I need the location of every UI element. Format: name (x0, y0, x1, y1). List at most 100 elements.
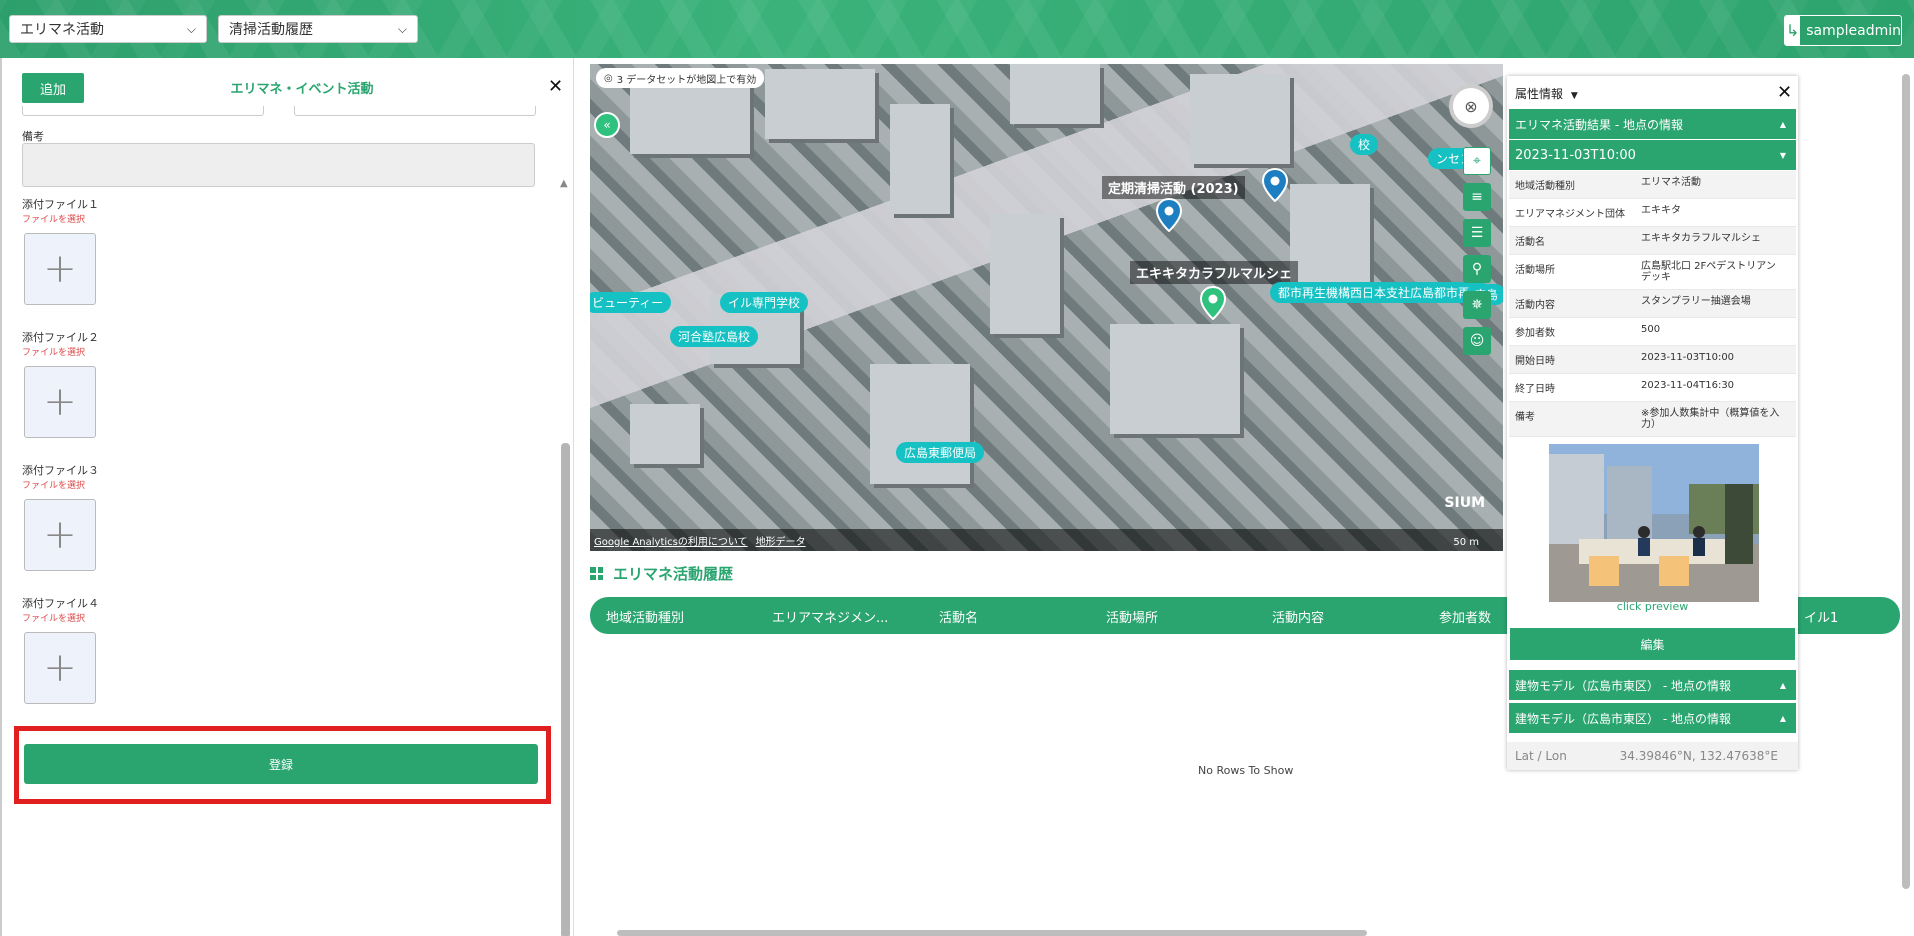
building (890, 104, 950, 214)
attachment-1-upload-button[interactable]: + (24, 233, 96, 305)
attr-key: エリアマネジメント団体 (1515, 209, 1625, 220)
attachment-2-label: 添付ファイル２ (22, 331, 99, 344)
submit-button[interactable]: 登録 (24, 744, 538, 784)
attr-value: 2023-11-03T10:00 (1641, 352, 1735, 363)
map-label-top-school[interactable]: 校 (1350, 134, 1379, 155)
building (1010, 64, 1100, 124)
logout-icon: ↳ (1785, 16, 1801, 45)
left-scrollbar[interactable]: ▲ (560, 118, 570, 936)
caret-up-icon: ▲ (1779, 119, 1786, 129)
attribute-panel-title[interactable]: 属性情報 ▼ (1515, 85, 1578, 102)
column-header[interactable]: 活動場所 (1106, 607, 1158, 626)
locate-icon[interactable]: ⌖ (1463, 147, 1491, 175)
horizontal-scrollbar[interactable] (605, 926, 1895, 936)
map-label-beauty[interactable]: ビューティー (590, 292, 672, 313)
attachment-3-upload-button[interactable]: + (24, 499, 96, 571)
attr-value: 2023-11-04T16:30 (1641, 380, 1735, 391)
attr-key: 地域活動種別 (1515, 181, 1575, 192)
map-label-school[interactable]: イル専門学校 (720, 292, 809, 313)
building (1290, 184, 1370, 284)
horizontal-scrollbar-thumb[interactable] (617, 930, 1367, 936)
building (1110, 324, 1240, 434)
attribute-row: 終了日時 2023-11-04T16:30 (1509, 374, 1796, 402)
date-row-text: 2023-11-03T10:00 (1515, 147, 1636, 163)
attachment-4-upload-button[interactable]: + (24, 632, 96, 704)
page-scrollbar[interactable] (1898, 62, 1914, 936)
building (630, 404, 700, 464)
share-icon[interactable]: ✵ (1463, 291, 1491, 319)
dataset-select[interactable]: 清掃活動履歴 ⌵ (218, 15, 418, 43)
search-icon[interactable]: ⚲ (1463, 255, 1491, 283)
users-icon[interactable]: ☺ (1463, 327, 1491, 355)
start-date-input[interactable] (22, 106, 264, 116)
attachment-1-label: 添付ファイル１ (22, 198, 99, 211)
chevron-down-icon: ⌵ (186, 21, 196, 36)
plus-icon: + (43, 645, 77, 691)
left-scrollbar-thumb[interactable] (561, 443, 570, 936)
column-header[interactable]: 活動名 (939, 607, 978, 626)
layers-icon: ◎ (604, 72, 613, 84)
poi-label-cleanup[interactable]: 定期清掃活動 (2023) (1102, 176, 1245, 199)
section-header-building-1[interactable]: 建物モデル（広島市東区） - 地点の情報 ▲ (1509, 670, 1796, 700)
dataset-select-value: 清掃活動履歴 (229, 22, 313, 38)
column-header[interactable]: 活動内容 (1272, 607, 1324, 626)
terrain-data-link[interactable]: 地形データ (756, 533, 806, 548)
remarks-label: 備考 (22, 130, 44, 143)
map-label-kawai[interactable]: 河合塾広島校 (670, 326, 759, 347)
map-scale: 50 m (1453, 537, 1479, 548)
column-header[interactable]: 参加者数 (1439, 607, 1491, 626)
column-header[interactable]: エリアマネジメン... (772, 607, 888, 626)
section-header-result[interactable]: エリマネ活動結果 - 地点の情報 ▲ (1509, 109, 1796, 139)
section-header-building-2[interactable]: 建物モデル（広島市東区） - 地点の情報 ▲ (1509, 703, 1796, 733)
page-scrollbar-thumb[interactable] (1902, 74, 1910, 889)
username: sampleadmin (1806, 22, 1901, 39)
edit-button[interactable]: 編集 (1510, 628, 1795, 660)
attribute-row: 開始日時 2023-11-03T10:00 (1509, 346, 1796, 374)
event-form-panel: 追加 エリマネ・イベント活動 ✕ 備考 添付ファイル１ ファイルを選択 + 添付… (0, 58, 574, 936)
close-icon[interactable]: ✕ (1777, 82, 1792, 103)
map-pin-icon[interactable] (1156, 198, 1182, 232)
user-menu-button[interactable]: ↳ sampleadmin (1784, 15, 1902, 46)
attribute-row: 活動名 エキキタカラフルマルシェ (1509, 227, 1796, 255)
compass-icon[interactable]: ⊗ (1449, 84, 1493, 128)
attribute-rows: 地域活動種別 エリマネ活動 エリアマネジメント団体 エキキタ 活動名 エキキタカラフル… (1509, 171, 1796, 437)
attribute-row: 活動内容 スタンプラリー抽選会場 (1509, 290, 1796, 318)
grid-icon (590, 567, 603, 580)
column-header[interactable]: 地域活動種別 (606, 607, 684, 626)
poi-label-marche[interactable]: エキキタカラフルマルシェ (1130, 261, 1299, 284)
list-icon[interactable]: ☰ (1463, 219, 1491, 247)
datasets-badge[interactable]: ◎ 3 データセットが地図上で有効 (596, 68, 765, 88)
remarks-textarea[interactable] (22, 143, 535, 187)
attr-value: エキキタ (1641, 205, 1681, 216)
history-section-title: エリマネ活動履歴 (590, 563, 733, 584)
map-label-east-post[interactable]: 広島東郵便局 (896, 442, 985, 463)
map-label-toshi[interactable]: 都市再生機構西日本支社広島都市再生 (1270, 282, 1491, 303)
collapse-panel-button[interactable]: « (594, 112, 620, 138)
date-row-header[interactable]: 2023-11-03T10:00 ▼ (1509, 140, 1796, 170)
attribute-row: エリアマネジメント団体 エキキタ (1509, 199, 1796, 227)
analytics-link[interactable]: Google Analyticsの利用について (594, 533, 748, 548)
plus-icon: + (43, 512, 77, 558)
click-preview-link[interactable]: click preview (1507, 600, 1798, 613)
map-view[interactable]: ◎ 3 データセットが地図上で有効 « 定期清掃活動 (2023) エキキタカラ… (590, 64, 1503, 551)
building (765, 69, 875, 139)
attachment-2-upload-button[interactable]: + (24, 366, 96, 438)
scroll-up-icon[interactable]: ▲ (560, 178, 568, 189)
event-photo[interactable] (1549, 444, 1759, 602)
caret-down-icon: ▼ (1779, 150, 1786, 160)
map-pin-icon[interactable] (1262, 168, 1288, 202)
attr-key: 開始日時 (1515, 356, 1555, 367)
form-area: 備考 添付ファイル１ ファイルを選択 + 添付ファイル２ ファイルを選択 + 添… (22, 106, 537, 826)
settings-sliders-icon[interactable]: ≡ (1463, 183, 1491, 211)
column-header[interactable]: イル1 (1804, 607, 1838, 626)
caret-down-icon: ▼ (1570, 91, 1578, 101)
map-pin-selected-icon[interactable] (1200, 286, 1226, 320)
close-icon[interactable]: ✕ (548, 76, 563, 97)
attr-key: 備考 (1515, 412, 1535, 423)
attr-key: 終了日時 (1515, 384, 1555, 395)
category-select[interactable]: エリマネ活動 ⌵ (9, 15, 207, 43)
attr-value: エキキタカラフルマルシェ (1641, 233, 1761, 244)
empty-table-message: No Rows To Show (1198, 764, 1294, 777)
end-date-input[interactable] (294, 106, 536, 116)
add-button[interactable]: 追加 (22, 73, 84, 103)
